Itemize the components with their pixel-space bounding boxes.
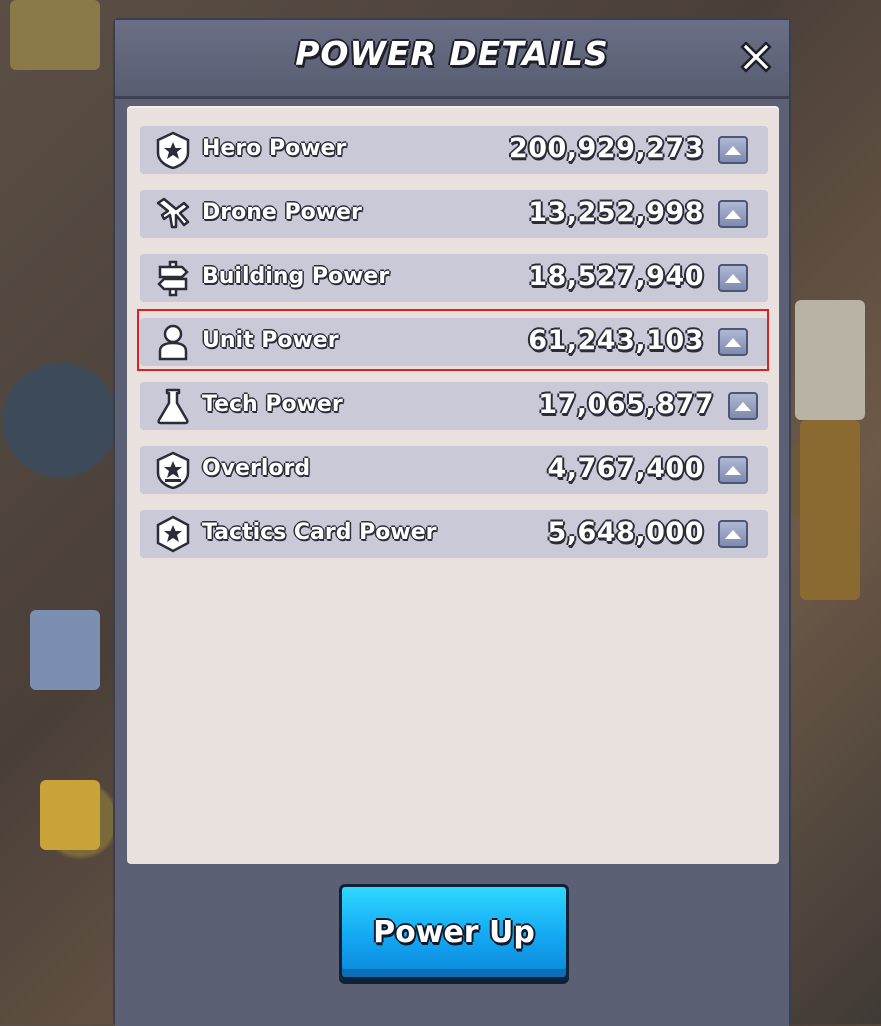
up-arrow-icon bbox=[725, 273, 741, 283]
up-arrow-icon bbox=[725, 337, 741, 347]
upgrade-button[interactable] bbox=[728, 392, 758, 420]
row-value: 4,767,400 bbox=[547, 453, 704, 484]
power-row-building: Building Power 18,527,940 bbox=[140, 254, 768, 302]
row-label: Building Power bbox=[202, 264, 390, 289]
overlord-shield-icon bbox=[154, 451, 192, 489]
power-row-tactics-card: Tactics Card Power 5,648,000 bbox=[140, 510, 768, 558]
row-label: Tech Power bbox=[202, 392, 343, 417]
row-value: 18,527,940 bbox=[528, 261, 704, 292]
row-label: Unit Power bbox=[202, 328, 339, 353]
row-value: 5,648,000 bbox=[547, 517, 704, 548]
row-value: 61,243,103 bbox=[528, 325, 704, 356]
dialog-title: POWER DETAILS bbox=[295, 34, 609, 73]
up-arrow-icon bbox=[725, 465, 741, 475]
up-arrow-icon bbox=[725, 145, 741, 155]
power-row-drone: Drone Power 13,252,998 bbox=[140, 190, 768, 238]
up-arrow-icon bbox=[725, 529, 741, 539]
row-label: Hero Power bbox=[202, 136, 347, 161]
tactics-card-icon bbox=[154, 515, 192, 553]
row-label: Drone Power bbox=[202, 200, 362, 225]
close-x-icon bbox=[740, 41, 772, 73]
upgrade-button[interactable] bbox=[718, 328, 748, 356]
background-building bbox=[40, 780, 100, 850]
power-row-unit: Unit Power 61,243,103 bbox=[140, 318, 768, 366]
upgrade-button[interactable] bbox=[718, 456, 748, 484]
close-button[interactable] bbox=[733, 34, 779, 80]
background-building bbox=[10, 0, 100, 70]
power-row-tech: Tech Power 17,065,877 bbox=[140, 382, 768, 430]
unit-person-icon bbox=[154, 323, 192, 361]
row-value: 17,065,877 bbox=[538, 389, 714, 420]
hero-shield-icon bbox=[154, 131, 192, 169]
power-up-button[interactable]: Power Up bbox=[339, 884, 569, 980]
power-details-dialog: POWER DETAILS Hero Power 200,929,273 Dro… bbox=[113, 18, 791, 1026]
power-row-hero: Hero Power 200,929,273 bbox=[140, 126, 768, 174]
tech-flask-icon bbox=[154, 387, 192, 425]
power-row-overlord: Overlord 4,767,400 bbox=[140, 446, 768, 494]
row-value: 13,252,998 bbox=[528, 197, 704, 228]
background-building bbox=[800, 420, 860, 600]
dialog-header: POWER DETAILS bbox=[115, 20, 789, 99]
upgrade-button[interactable] bbox=[718, 520, 748, 548]
row-label: Overlord bbox=[202, 456, 311, 481]
building-signpost-icon bbox=[154, 259, 192, 297]
upgrade-button[interactable] bbox=[718, 264, 748, 292]
up-arrow-icon bbox=[725, 209, 741, 219]
background-building bbox=[795, 300, 865, 420]
row-label: Tactics Card Power bbox=[202, 520, 437, 545]
power-up-label: Power Up bbox=[373, 914, 535, 950]
upgrade-button[interactable] bbox=[718, 136, 748, 164]
row-value: 200,929,273 bbox=[508, 133, 704, 164]
upgrade-button[interactable] bbox=[718, 200, 748, 228]
up-arrow-icon bbox=[735, 401, 751, 411]
background-building bbox=[30, 610, 100, 690]
power-list-panel: Hero Power 200,929,273 Drone Power 13,25… bbox=[127, 106, 779, 864]
drone-icon bbox=[154, 195, 192, 233]
